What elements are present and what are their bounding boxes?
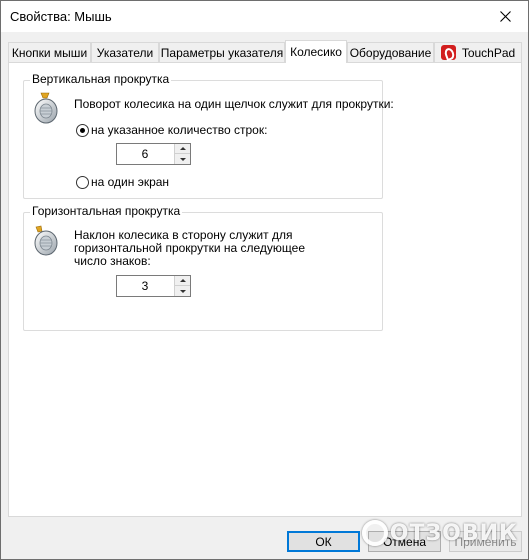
tab-label: Указатели (96, 45, 154, 60)
chars-count-spinbox[interactable]: 3 (116, 275, 191, 297)
vertical-description: Поворот колесика на один щелчок служит д… (74, 97, 394, 111)
tab-pointer-options[interactable]: Параметры указателя (159, 42, 285, 62)
chars-count-value[interactable]: 3 (117, 276, 173, 296)
wheel-tab-panel: Вертикальная прокрутка Поворот колесика … (8, 62, 522, 517)
tab-strip: Кнопки мыши Указатели Параметры указател… (8, 40, 522, 63)
radio-scroll-screen-label[interactable]: на один экран (91, 175, 169, 190)
ok-button-label: ОК (315, 534, 332, 549)
mouse-wheel-tilt-icon (34, 225, 58, 256)
spin-down-button[interactable] (175, 154, 190, 164)
spin-down-button[interactable] (175, 286, 190, 296)
close-icon (499, 11, 511, 22)
mouse-wheel-icon (34, 92, 58, 124)
mouse-properties-window: Свойства: Мышь Кнопки мыши Указатели Пар… (0, 0, 529, 560)
radio-scroll-screen[interactable] (76, 176, 89, 189)
tab-label: TouchPad (461, 45, 516, 60)
tab-pointers[interactable]: Указатели (91, 42, 159, 62)
spin-up-button[interactable] (175, 276, 190, 286)
window-title: Свойства: Мышь (10, 9, 112, 24)
radio-scroll-lines[interactable] (76, 124, 89, 137)
ok-button[interactable]: ОК (287, 531, 360, 552)
arrow-down-icon (179, 289, 186, 293)
tab-label: Кнопки мыши (11, 45, 88, 60)
watermark: ОТЗОВИК (361, 518, 518, 548)
tab-mouse-buttons[interactable]: Кнопки мыши (8, 42, 91, 62)
vertical-scrolling-group: Вертикальная прокрутка Поворот колесика … (23, 72, 394, 199)
spin-buttons (174, 144, 190, 164)
tab-label: Параметры указателя (160, 45, 284, 60)
tab-label: Колесико (290, 45, 342, 59)
tab-hardware[interactable]: Оборудование (347, 42, 434, 62)
touchpad-logo-icon (440, 45, 456, 60)
arrow-up-icon (179, 279, 186, 282)
spin-buttons (174, 276, 190, 296)
tab-touchpad[interactable]: TouchPad (434, 42, 522, 62)
tab-label: Оборудование (349, 45, 432, 60)
watermark-logo-icon (361, 520, 388, 546)
arrow-down-icon (179, 157, 186, 161)
horizontal-description-line-3: число знаков: (74, 254, 151, 268)
close-button[interactable] (482, 1, 528, 32)
horizontal-scrolling-group: Горизонтальная прокрутка Наклон колесика… (23, 204, 383, 331)
title-bar: Свойства: Мышь (1, 1, 528, 32)
lines-count-value[interactable]: 6 (117, 144, 173, 164)
group-legend: Вертикальная прокрутка (30, 72, 172, 86)
lines-count-spinbox[interactable]: 6 (116, 143, 191, 165)
spin-up-button[interactable] (175, 144, 190, 154)
watermark-text: ОТЗОВИК (389, 520, 518, 546)
group-legend: Горизонтальная прокрутка (30, 204, 183, 218)
radio-scroll-lines-label[interactable]: на указанное количество строк: (91, 123, 267, 138)
tab-wheel[interactable]: Колесико (285, 40, 347, 63)
arrow-up-icon (179, 147, 186, 150)
